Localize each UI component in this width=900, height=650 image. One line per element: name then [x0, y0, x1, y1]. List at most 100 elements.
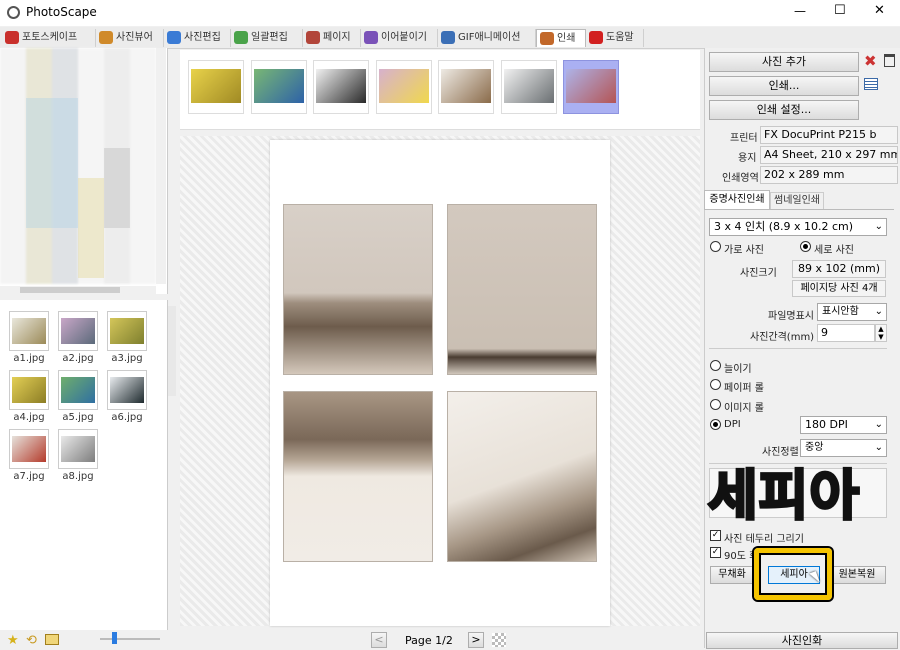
tab-thumbnail-print[interactable]: 썸네일인쇄 [770, 192, 824, 209]
gap-stepper[interactable]: ▲ ▼ [875, 324, 887, 342]
grayscale-button[interactable]: 무채화 [710, 566, 754, 584]
tab-id-print[interactable]: 증명사진인쇄 [704, 190, 770, 209]
tab-label: 도움말 [606, 32, 634, 43]
strip-thumbnail[interactable] [563, 60, 619, 114]
tab-label: 사진뷰어 [116, 32, 153, 43]
tab-2[interactable]: 사진편집 [164, 29, 231, 47]
dpi-select[interactable]: 180 DPI ⌄ [800, 416, 887, 434]
star-icon[interactable]: ★ [7, 633, 19, 648]
file-panel-scrollbar[interactable] [168, 306, 176, 396]
preview-photo-3 [283, 391, 433, 562]
page-label: Page 1/2 [405, 634, 453, 647]
filename-label: 파일명표시 [768, 311, 814, 322]
transparency-toggle-icon[interactable] [492, 633, 506, 647]
tab-8[interactable]: 도움말 [586, 29, 644, 47]
tab-0[interactable]: 포토스케이프 [2, 29, 96, 47]
strip-thumbnail[interactable] [188, 60, 244, 114]
file-image [61, 377, 95, 403]
chevron-down-icon: ⌄ [874, 306, 883, 317]
add-photo-button[interactable]: 사진 추가 [709, 52, 859, 72]
restore-button[interactable]: 원본복원 [828, 566, 886, 584]
file-image [110, 377, 144, 403]
border-checkbox[interactable]: ✓ [710, 530, 721, 541]
landscape-label: 가로 사진 [724, 245, 764, 256]
file-thumbnail[interactable] [58, 311, 98, 351]
file-image [61, 318, 95, 344]
file-thumbnail[interactable] [9, 370, 49, 410]
gap-label: 사진간격(mm) [750, 332, 815, 343]
photo-print-button[interactable]: 사진인화 [706, 632, 898, 649]
rotate-icon[interactable]: ⟲ [26, 633, 37, 648]
photo-size-select[interactable]: 3 x 4 인치 (8.9 x 10.2 cm) ⌄ [709, 218, 887, 236]
file-thumbnail[interactable] [58, 429, 98, 469]
paper-roll-label: 페이퍼 롤 [724, 383, 764, 394]
maximize-button[interactable]: ☐ [834, 3, 846, 18]
tree-vscrollbar[interactable] [156, 48, 166, 284]
print-area-field: 202 x 289 mm [760, 166, 898, 184]
landscape-radio[interactable] [710, 241, 721, 252]
trash-icon[interactable] [884, 54, 895, 67]
strip-image [191, 69, 241, 103]
tab-1[interactable]: 사진뷰어 [96, 29, 164, 47]
align-select[interactable]: 중앙 ⌄ [800, 439, 887, 457]
close-button[interactable]: ✕ [874, 3, 885, 18]
file-image [61, 436, 95, 462]
tab-4[interactable]: 페이지 [303, 29, 361, 47]
file-image [12, 436, 46, 462]
tab-icon [589, 31, 603, 44]
dpi-radio[interactable] [710, 419, 721, 430]
chevron-down-icon: ⌄ [874, 221, 883, 232]
strip-image [503, 69, 554, 103]
tab-3[interactable]: 일괄편집 [231, 29, 303, 47]
minimize-button[interactable]: — [794, 4, 806, 18]
strip-thumbnail[interactable] [313, 60, 369, 114]
app-logo-icon [7, 6, 20, 19]
next-page-button[interactable]: > [468, 632, 484, 648]
paper-field: A4 Sheet, 210 x 297 mm [760, 146, 898, 164]
filename-select[interactable]: 표시안함 ⌄ [817, 303, 887, 321]
tree-hscrollbar[interactable] [0, 286, 156, 294]
print-button[interactable]: 인쇄... [709, 76, 859, 96]
folder-icon[interactable] [45, 634, 59, 645]
border-label: 사진 테두리 그리기 [724, 534, 804, 545]
tab-icon [5, 31, 19, 44]
prev-page-button[interactable]: < [371, 632, 387, 648]
dpi-label: DPI [724, 419, 741, 430]
file-name: a8.jpg [62, 471, 94, 482]
strip-image [378, 69, 429, 103]
align-label: 사진정렬 [762, 447, 799, 458]
tab-label: 사진편집 [184, 32, 221, 43]
strip-thumbnail[interactable] [500, 60, 557, 114]
file-thumbnail[interactable] [9, 429, 49, 469]
print-area-label: 인쇄영역 [722, 173, 759, 184]
fill-radio[interactable] [710, 360, 721, 371]
file-thumbnail[interactable] [107, 311, 147, 351]
file-thumbnail[interactable] [9, 311, 49, 351]
image-roll-label: 이미지 롤 [724, 403, 764, 414]
rotate-checkbox[interactable]: ✓ [710, 547, 721, 558]
per-page-field: 페이지당 사진 4개 [792, 280, 886, 297]
image-roll-radio[interactable] [710, 399, 721, 410]
list-icon[interactable] [864, 78, 878, 90]
paper-roll-radio[interactable] [710, 379, 721, 390]
file-thumbnail[interactable] [58, 370, 98, 410]
thumb-size-slider[interactable] [100, 638, 160, 640]
tab-label: 인쇄 [557, 33, 576, 44]
file-name: a2.jpg [62, 353, 94, 364]
tab-7[interactable]: 인쇄 [536, 29, 586, 47]
tab-5[interactable]: 이어붙이기 [361, 29, 438, 47]
file-thumbnail[interactable] [107, 370, 147, 410]
gap-input[interactable]: 9 [817, 324, 875, 342]
sepia-caption: 세피아 [706, 464, 861, 527]
remove-icon[interactable]: ✖ [864, 52, 877, 70]
thumb-size-slider-handle[interactable] [112, 632, 117, 644]
strip-thumbnail[interactable] [250, 60, 307, 114]
strip-thumbnail[interactable] [438, 60, 494, 114]
window-title: PhotoScape [26, 5, 97, 19]
strip-thumbnail[interactable] [375, 60, 432, 114]
tab-6[interactable]: GIF애니메이션 [438, 29, 536, 47]
portrait-radio[interactable] [800, 241, 811, 252]
tab-icon [167, 31, 181, 44]
tab-label: 이어붙이기 [381, 32, 427, 43]
print-settings-button[interactable]: 인쇄 설정... [709, 100, 859, 120]
